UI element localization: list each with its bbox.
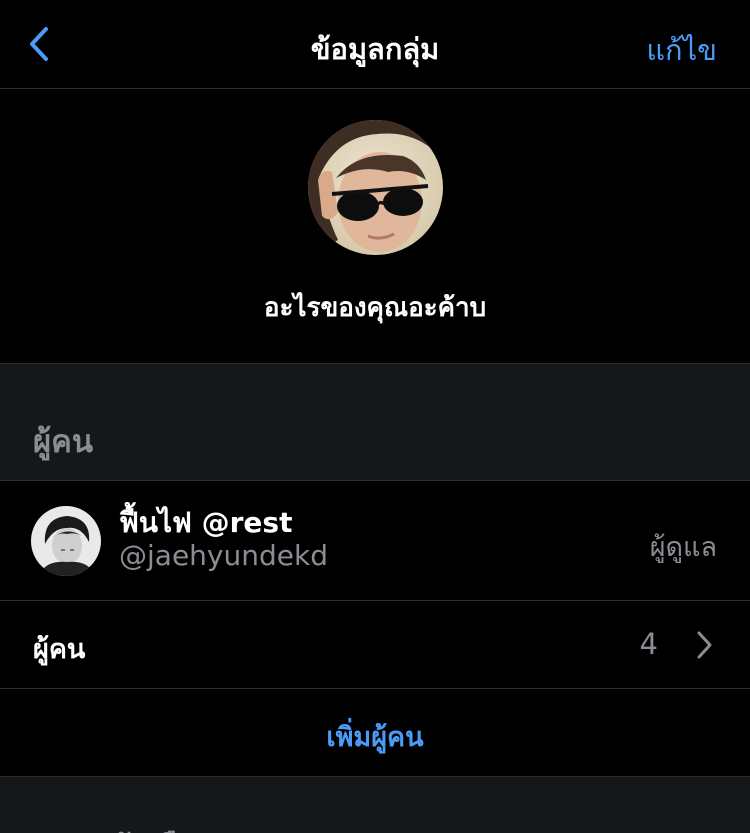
member-row[interactable]: ฟื้นไฟ @rest @jaehyundekd ผู้ดูแล (0, 481, 750, 601)
section-label-options: ตัวเลือก (110, 821, 215, 833)
people-row-label: ผู้คน (33, 634, 86, 665)
group-header: อะไรของคุณอะค้าบ (0, 89, 750, 364)
page-title: ข้อมูลกลุ่ม (310, 32, 440, 66)
section-label-people: ผู้คน (33, 424, 94, 460)
member-handle: @jaehyundekd (119, 539, 328, 572)
people-count: 4 (639, 627, 658, 661)
navigation-bar: ข้อมูลกลุ่ม แก้ไข (0, 0, 750, 89)
options-section-header: ตัวเลือก (0, 777, 750, 833)
people-list-row[interactable]: ผู้คน 4 (0, 601, 750, 689)
add-people-label: เพิ่มผู้คน (326, 722, 424, 753)
group-name: อะไรของคุณอะค้าบ (263, 293, 487, 323)
chevron-right-icon (697, 631, 712, 659)
member-role-badge: ผู้ดูแล (649, 532, 717, 563)
group-avatar[interactable] (308, 120, 443, 255)
people-section-header: ผู้คน (0, 364, 750, 481)
member-avatar (31, 506, 101, 576)
edit-button[interactable]: แก้ไข (646, 27, 717, 73)
add-people-button[interactable]: เพิ่มผู้คน (0, 689, 750, 777)
